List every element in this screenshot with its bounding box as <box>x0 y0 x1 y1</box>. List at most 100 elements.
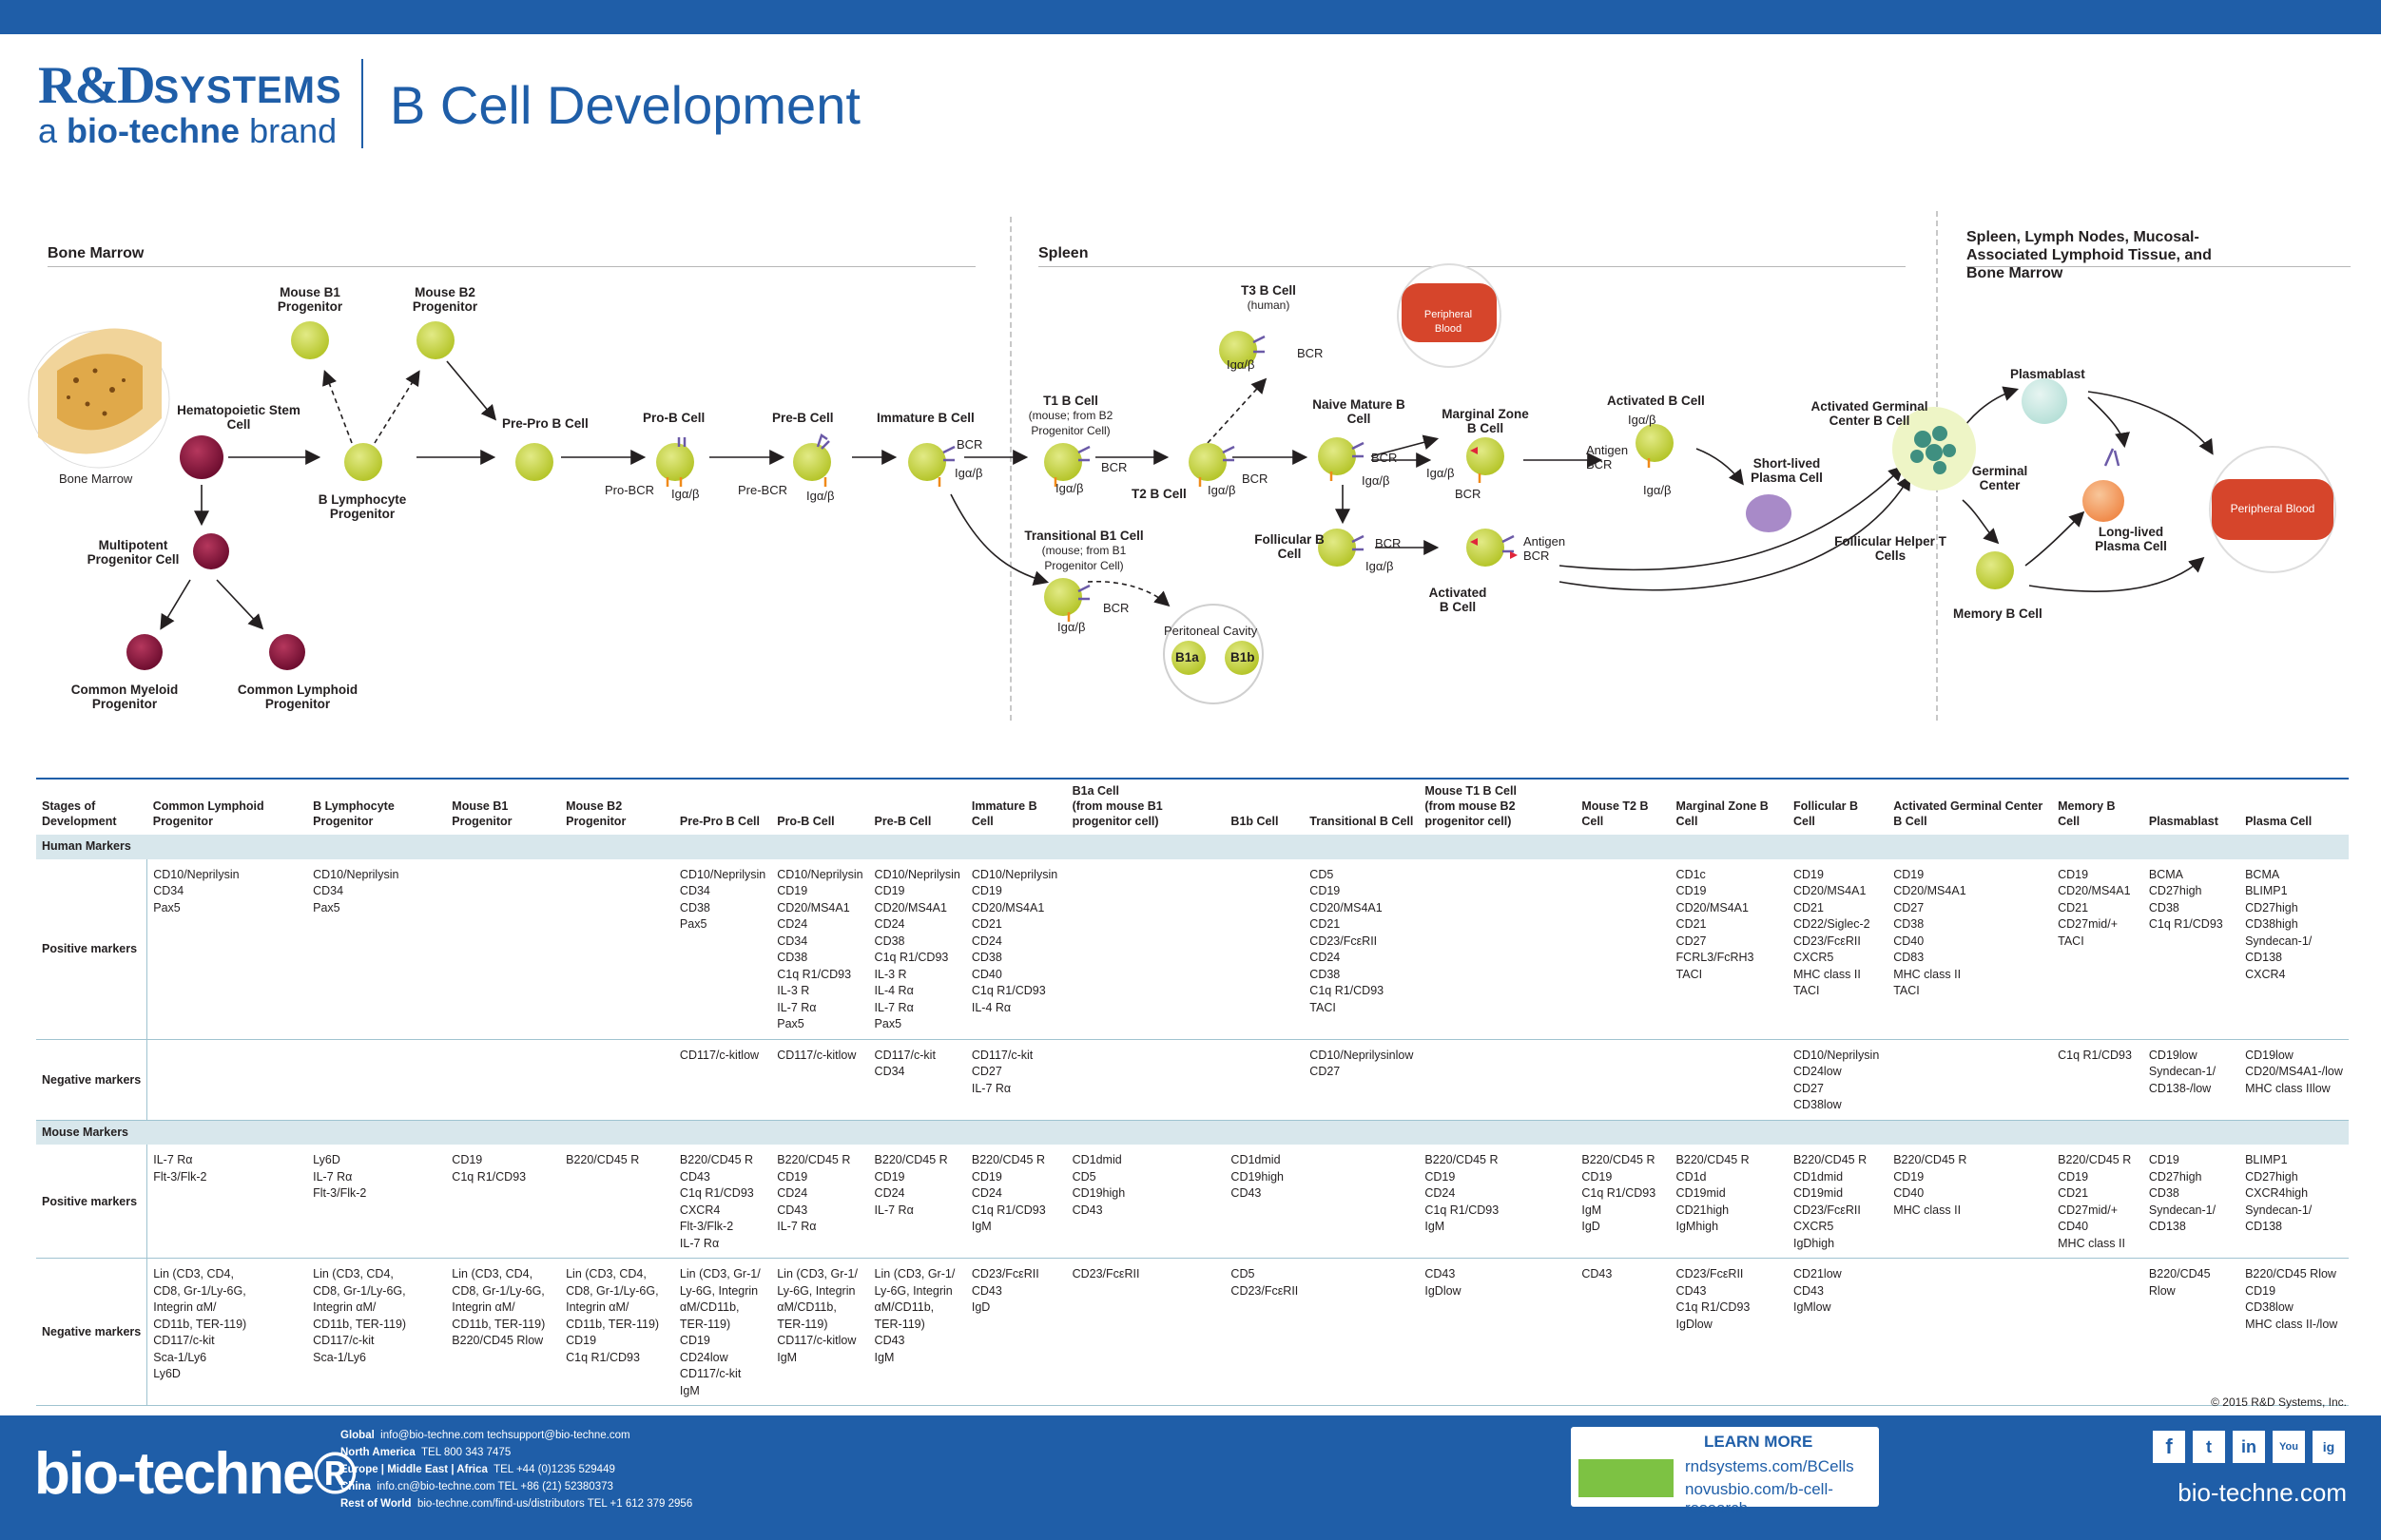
table-header-cell: Mouse T1 B Cell (from mouse B2 progenitor… <box>1419 778 1577 835</box>
b-lymph-prog-label: B Lymphocyte Progenitor <box>318 492 407 521</box>
twitter-icon[interactable]: t <box>2193 1431 2225 1463</box>
activated-2-label: Activated B Cell <box>1428 586 1487 614</box>
table-cell: CD10/Neprilysin CD34 CD38 Pax5 <box>673 858 772 1040</box>
table-cell: CD19 CD20/MS4A1 CD21 CD22/Siglec-2 CD23/… <box>1787 858 1888 1040</box>
table-cell: CD43 IgDlow <box>1419 1258 1577 1406</box>
table-header: Stages of Development Common Lymphoid Pr… <box>36 778 2349 835</box>
youtube-icon[interactable]: You <box>2273 1431 2305 1463</box>
contact-line: Rest of World bio-techne.com/find-us/dis… <box>340 1498 693 1510</box>
table-cell: CD5 CD23/FcεRII <box>1225 1258 1305 1406</box>
table-cell: CD19 C1q R1/CD93 <box>446 1145 561 1259</box>
antigen-bcr-label: Antigen BCR <box>1586 443 1629 472</box>
table-cell: Lin (CD3, CD4, CD8, Gr-1/Ly-6G, Integrin… <box>146 1258 308 1406</box>
table-row: Negative markers Lin (CD3, CD4, CD8, Gr-1… <box>36 1258 2349 1406</box>
instagram-icon[interactable]: ig <box>2313 1431 2345 1463</box>
b1a-label: B1a <box>1175 650 1199 664</box>
table-cell: CD10/Neprilysin CD19 CD20/MS4A1 CD24 CD3… <box>771 858 869 1040</box>
table-cell: BCMA BLIMP1 CD27high CD38high Syndecan-1… <box>2239 858 2349 1040</box>
table-cell: Lin (CD3, CD4, CD8, Gr-1/Ly-6G, Integrin… <box>307 1258 447 1406</box>
footer: bio-techne® Global info@bio-techne.com t… <box>0 1415 2381 1540</box>
table-header-cell: Immature B Cell <box>965 778 1067 835</box>
memory-label: Memory B Cell <box>1953 606 2042 621</box>
contact-line: Europe | Middle East | Africa TEL +44 (0… <box>340 1464 615 1475</box>
ig-label: Igα/β <box>1057 620 1086 634</box>
table-cell <box>1887 1039 2053 1121</box>
preb-label: Pre-B Cell <box>772 411 834 425</box>
learn-more-heading: LEARN MORE <box>1704 1433 1813 1451</box>
ig-label: Igα/β <box>1208 483 1236 497</box>
table-header-cell: Plasma Cell <box>2239 778 2349 835</box>
follicular-label: Follicular B Cell <box>1254 532 1325 561</box>
table-cell <box>1670 1039 1788 1121</box>
table-header-cell: Mouse B2 Progenitor <box>560 778 674 835</box>
long-lived-label: Long-lived Plasma Cell <box>2095 525 2167 553</box>
table-cell: C1q R1/CD93 <box>2052 1039 2143 1121</box>
table-cell: B220/CD45 R <box>560 1145 674 1259</box>
antigen-bcr-label: Antigen BCR <box>1523 534 1566 563</box>
t1-label: T1 B Cell (mouse; from B2 Progenitor Cell… <box>1028 394 1113 437</box>
ig-label: Igα/β <box>1643 483 1672 497</box>
contact-line: China info.cn@bio-techne.com TEL +86 (21… <box>340 1481 613 1492</box>
contact-line: Global info@bio-techne.com techsupport@b… <box>340 1430 630 1441</box>
bone-marrow-label: Bone Marrow <box>59 472 133 486</box>
table-cell: Lin (CD3, CD4, CD8, Gr-1/Ly-6G, Integrin… <box>560 1258 674 1406</box>
human-markers-band: Human Markers <box>36 835 2349 859</box>
germinal-b-label: Activated Germinal Center B Cell <box>1810 399 1928 428</box>
table-cell <box>307 1039 447 1121</box>
table-row: Positive markers IL-7 Rα Flt-3/Flk-2 Ly6D … <box>36 1145 2349 1259</box>
mouse-markers-band: Mouse Markers <box>36 1120 2349 1145</box>
table-header-cell: Marginal Zone B Cell <box>1670 778 1788 835</box>
table-header-cell: Transitional B Cell <box>1304 778 1420 835</box>
trans-b1-label: Transitional B1 Cell (mouse; from B1 Prog… <box>1024 529 1144 572</box>
table-cell: B220/CD45 R CD1dmid CD19mid CD23/FcεRII … <box>1787 1145 1888 1259</box>
facebook-icon[interactable]: f <box>2153 1431 2185 1463</box>
footer-url[interactable]: bio-techne.com <box>2178 1478 2347 1508</box>
table-cell: CD117/c-kitlow <box>771 1039 869 1121</box>
contact-list: Global info@bio-techne.com techsupport@b… <box>340 1427 692 1512</box>
naive-label: Naive Mature B Cell <box>1312 397 1405 426</box>
table-header-cell: Plasmablast <box>2142 778 2240 835</box>
table-header-cell: B Lymphocyte Progenitor <box>307 778 447 835</box>
table-cell: CD5 CD19 CD20/MS4A1 CD21 CD23/FcεRII CD2… <box>1304 858 1420 1040</box>
header-divider <box>361 59 363 148</box>
table-cell <box>446 1039 561 1121</box>
prepro-label: Pre-Pro B Cell <box>502 416 589 431</box>
peripheral-blood-2-label: Peripheral Blood <box>2230 502 2315 515</box>
ig-label: Igα/β <box>1362 473 1390 488</box>
table-cell: CD19low Syndecan-1/ CD138-/low <box>2142 1039 2240 1121</box>
table-header-cell: Common Lymphoid Progenitor <box>146 778 308 835</box>
learn-more-link[interactable]: novusbio.com/b-cell-research <box>1685 1480 1879 1518</box>
table-cell: B220/CD45 R CD43 C1q R1/CD93 CXCR4 Flt-3… <box>673 1145 772 1259</box>
mpp-label: Multipotent Progenitor Cell <box>87 538 180 567</box>
table-cell: BLIMP1 CD27high CXCR4high Syndecan-1/ CD… <box>2239 1145 2349 1259</box>
table-cell: CD10/Neprilysin CD24low CD27 CD38low <box>1787 1039 1888 1121</box>
ig-label: Igα/β <box>671 487 700 501</box>
bcr-label: BCR <box>1375 536 1402 550</box>
table-cell: CD23/FcεRII CD43 IgD <box>965 1258 1067 1406</box>
ig-label: Igα/β <box>1365 559 1394 573</box>
table-cell: CD19 CD27high CD38 Syndecan-1/ CD138 <box>2142 1145 2240 1259</box>
learn-more-box[interactable]: LEARN MORE rndsystems.com/BCells novusbi… <box>1571 1427 1879 1517</box>
table-cell: CD19low CD20/MS4A1-/low MHC class IIlow <box>2239 1039 2349 1121</box>
table-cell: B220/CD45 Rlow CD19 CD38low MHC class II… <box>2239 1258 2349 1406</box>
ig-label: Igα/β <box>955 466 983 480</box>
page-title: B Cell Development <box>390 75 861 135</box>
ig-label: Igα/β <box>1426 466 1455 480</box>
linkedin-icon[interactable]: in <box>2233 1431 2265 1463</box>
table-cell: CD117/c-kit CD34 <box>868 1039 966 1121</box>
cells <box>126 321 2124 670</box>
ig-label: Igα/β <box>1055 481 1084 495</box>
table-cell: B220/CD45 R CD19 CD24 IL-7 Rα <box>868 1145 966 1259</box>
bcr-label: BCR <box>957 437 983 452</box>
learn-more-link[interactable]: rndsystems.com/BCells <box>1685 1457 1854 1476</box>
prob-label: Pro-B Cell <box>643 411 706 425</box>
table-cell: BCMA CD27high CD38 C1q R1/CD93 <box>2142 858 2240 1040</box>
table-cell <box>446 858 561 1040</box>
table-cell <box>1419 1039 1577 1121</box>
peritoneal-label: Peritoneal Cavity <box>1164 624 1258 638</box>
table-cell: B220/CD45 R CD1d CD19mid CD21high IgMhig… <box>1670 1145 1788 1259</box>
table-cell: IL-7 Rα Flt-3/Flk-2 <box>146 1145 308 1259</box>
table-header-cell: Pre-B Cell <box>868 778 966 835</box>
table-cell: B220/CD45 R CD19 CD24 CD43 IL-7 Rα <box>771 1145 869 1259</box>
table-header-cell: Pro-B Cell <box>771 778 869 835</box>
